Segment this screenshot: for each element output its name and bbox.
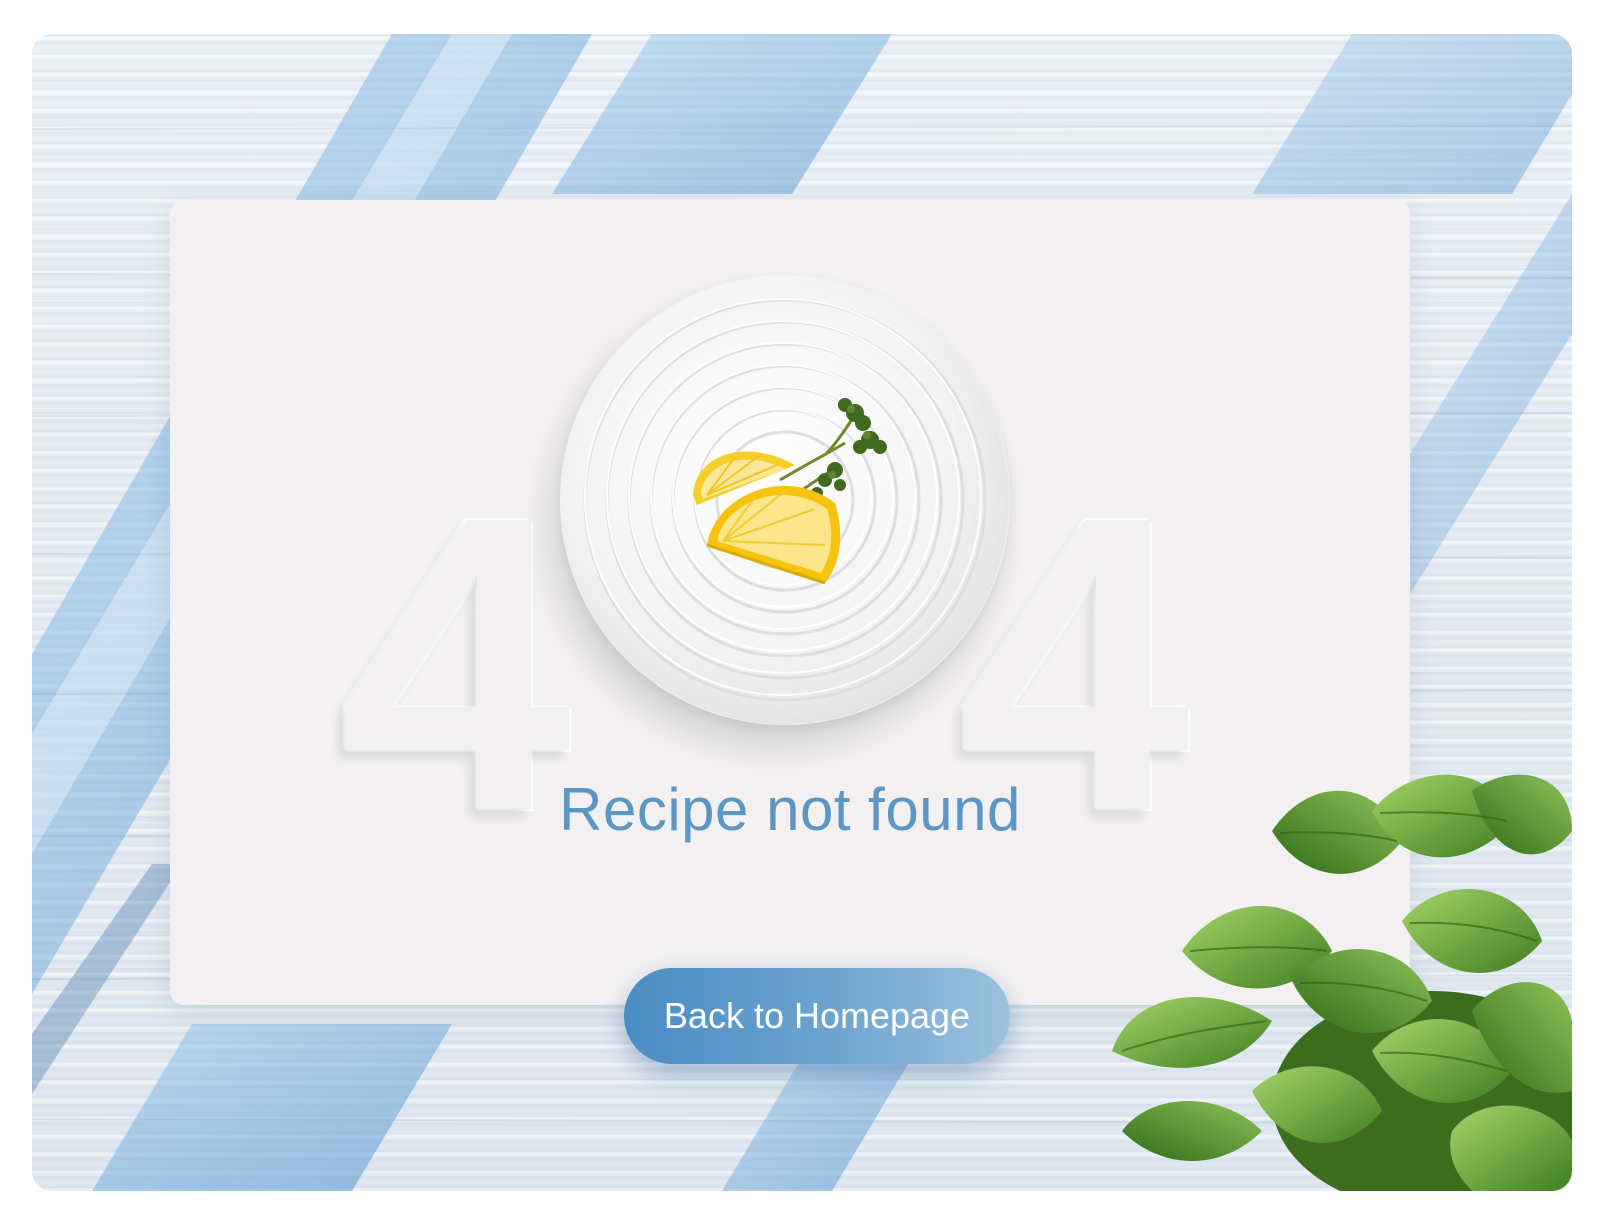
page-frame: 4 4 Recipe not found Back to Homepage <box>32 34 1572 1191</box>
back-to-homepage-button[interactable]: Back to Homepage <box>624 968 1010 1064</box>
lemon-garnish-icon <box>693 398 887 585</box>
basil-plant-icon <box>1112 774 1572 1191</box>
